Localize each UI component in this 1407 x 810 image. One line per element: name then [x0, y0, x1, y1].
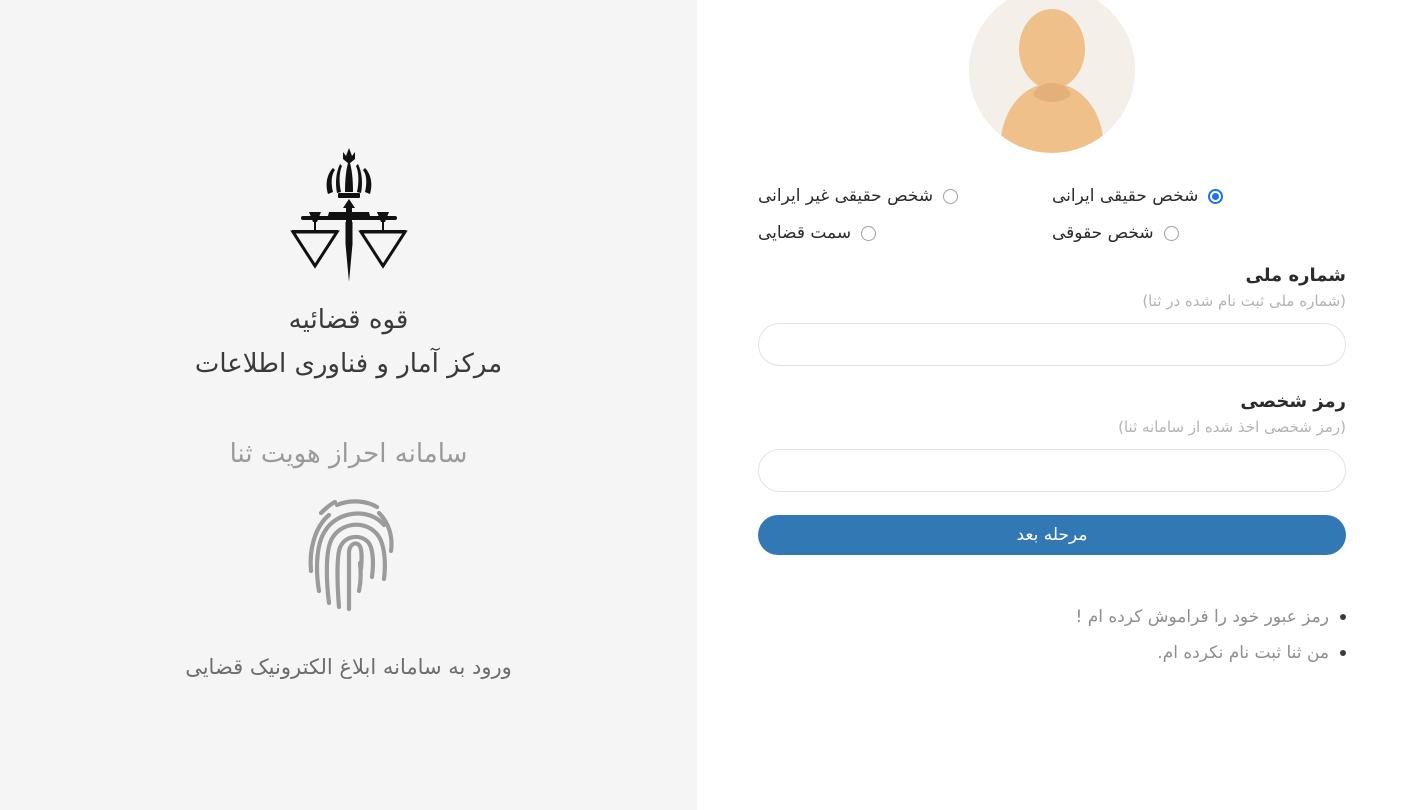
radio-option-iranian-natural-person[interactable]: شخص حقیقی ایرانی — [1052, 186, 1346, 206]
password-field-block: رمز شخصی (رمز شخصی اخذ شده از سامانه ثنا… — [758, 390, 1346, 492]
national-id-label: شماره ملی — [1245, 265, 1347, 286]
radio-option-legal-person[interactable]: شخص حقوقی — [1052, 223, 1346, 243]
password-label: رمز شخصی — [1240, 390, 1346, 412]
system-name: سامانه احراز هویت ثنا — [229, 439, 468, 470]
next-step-button[interactable]: مرحله بعد — [758, 514, 1346, 555]
national-id-input[interactable] — [758, 322, 1346, 366]
password-input[interactable] — [758, 448, 1346, 492]
password-hint: (رمز شخصی اخذ شده از سامانه ثنا) — [1118, 418, 1346, 437]
bullet-icon — [1340, 649, 1346, 656]
radio-mark-icon[interactable] — [1208, 188, 1224, 204]
helper-links-list: رمز عبور خود را فراموش کرده ام ! من ثنا … — [758, 607, 1346, 679]
radio-label: سمت قضایی — [758, 223, 852, 243]
bullet-icon — [1340, 613, 1346, 620]
national-id-field-block: شماره ملی (شماره ملی ثبت نام شده در ثنا) — [758, 264, 1346, 366]
not-registered-link[interactable]: من ثنا ثبت نام نکرده ام. — [758, 643, 1346, 663]
identity-type-radio-group[interactable]: شخص حقیقی ایرانی شخص حقیقی غیر ایرانی شخ… — [758, 186, 1346, 243]
form-content: شخص حقیقی ایرانی شخص حقیقی غیر ایرانی شخ… — [758, 0, 1346, 679]
login-form-panel: شخص حقیقی ایرانی شخص حقیقی غیر ایرانی شخ… — [697, 0, 1407, 810]
branding-panel: قوه قضائیه مرکز آمار و فناوری اطلاعات سا… — [0, 0, 697, 810]
radio-label: شخص حقیقی غیر ایرانی — [758, 186, 934, 206]
organization-name: قوه قضائیه — [288, 305, 409, 335]
login-page: شخص حقیقی ایرانی شخص حقیقی غیر ایرانی شخ… — [0, 0, 1407, 810]
radio-label: شخص حقیقی ایرانی — [1052, 186, 1199, 206]
radio-mark-icon[interactable] — [861, 225, 877, 241]
radio-option-judicial-position[interactable]: سمت قضایی — [758, 223, 1052, 243]
link-label: من ثنا ثبت نام نکرده ام. — [1157, 642, 1329, 663]
radio-mark-icon[interactable] — [943, 188, 959, 204]
radio-label: شخص حقوقی — [1052, 223, 1154, 243]
radio-mark-icon[interactable] — [1163, 225, 1179, 241]
user-avatar-placeholder-icon — [969, 0, 1135, 153]
judiciary-scales-emblem-icon — [289, 148, 408, 282]
fingerprint-icon — [308, 499, 394, 612]
link-label: رمز عبور خود را فراموش کرده ام ! — [1075, 606, 1329, 627]
entry-description: ورود به سامانه ابلاغ الکترونیک قضایی — [185, 655, 512, 680]
forgot-password-link[interactable]: رمز عبور خود را فراموش کرده ام ! — [758, 607, 1346, 627]
national-id-hint: (شماره ملی ثبت نام شده در ثنا) — [1142, 292, 1346, 311]
department-name: مرکز آمار و فناوری اطلاعات — [194, 348, 503, 379]
radio-option-non-iranian-natural-person[interactable]: شخص حقیقی غیر ایرانی — [758, 186, 1052, 206]
